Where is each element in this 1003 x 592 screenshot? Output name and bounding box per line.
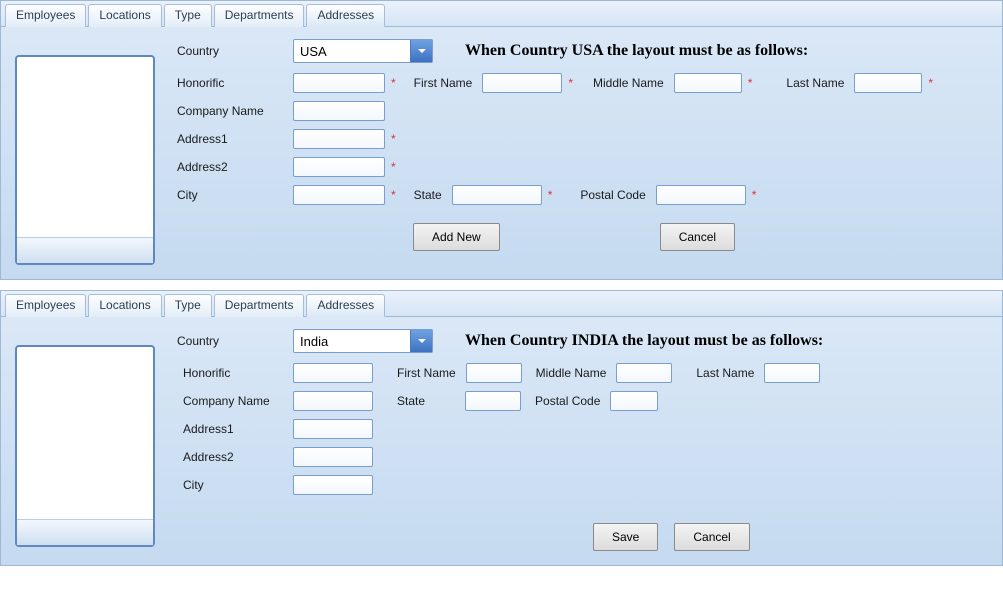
tab-locations[interactable]: Locations — [88, 4, 161, 27]
cancel-button[interactable]: Cancel — [674, 523, 749, 551]
tab-addresses[interactable]: Addresses — [306, 4, 385, 27]
state-input[interactable] — [465, 391, 521, 411]
label-firstname: First Name — [397, 366, 456, 380]
address2-input[interactable] — [293, 157, 385, 177]
required-mark: * — [568, 76, 573, 90]
label-firstname: First Name — [414, 76, 473, 90]
label-country: Country — [173, 334, 289, 348]
tab-employees[interactable]: Employees — [5, 4, 86, 27]
company-input[interactable] — [293, 391, 373, 411]
address1-input[interactable] — [293, 129, 385, 149]
label-postal: Postal Code — [535, 394, 600, 408]
required-mark: * — [928, 76, 933, 90]
chevron-down-icon[interactable] — [410, 330, 432, 352]
firstname-input[interactable] — [482, 73, 562, 93]
tab-departments[interactable]: Departments — [214, 4, 305, 27]
label-city: City — [173, 188, 289, 202]
required-mark: * — [391, 132, 396, 146]
label-address1: Address1 — [173, 422, 289, 436]
label-middlename: Middle Name — [593, 76, 664, 90]
honorific-input[interactable] — [293, 73, 385, 93]
tab-addresses[interactable]: Addresses — [306, 294, 385, 317]
label-country: Country — [173, 44, 289, 58]
city-input[interactable] — [293, 475, 373, 495]
address1-input[interactable] — [293, 419, 373, 439]
tab-locations[interactable]: Locations — [88, 294, 161, 317]
listbox-bottom[interactable] — [15, 345, 155, 547]
required-mark: * — [391, 76, 396, 90]
required-mark: * — [391, 160, 396, 174]
listbox-body — [17, 347, 153, 519]
label-state: State — [397, 394, 425, 408]
middlename-input[interactable] — [616, 363, 672, 383]
tab-employees[interactable]: Employees — [5, 294, 86, 317]
tab-type[interactable]: Type — [164, 4, 212, 27]
instruction-usa: When Country USA the layout must be as f… — [465, 42, 808, 60]
panel-india: Employees Locations Type Departments Add… — [0, 290, 1003, 566]
instruction-india: When Country INDIA the layout must be as… — [465, 332, 823, 350]
label-lastname: Last Name — [786, 76, 844, 90]
label-address1: Address1 — [173, 132, 289, 146]
tab-departments[interactable]: Departments — [214, 294, 305, 317]
lastname-input[interactable] — [854, 73, 922, 93]
country-combo[interactable]: USA — [293, 39, 433, 63]
chevron-down-icon[interactable] — [410, 40, 432, 62]
form-india: Country India When Country INDIA the lay… — [173, 327, 988, 551]
panel-separator — [0, 280, 1003, 290]
label-state: State — [414, 188, 442, 202]
tab-type[interactable]: Type — [164, 294, 212, 317]
country-combo-value: India — [294, 334, 410, 349]
firstname-input[interactable] — [466, 363, 522, 383]
label-honorific: Honorific — [173, 366, 289, 380]
city-input[interactable] — [293, 185, 385, 205]
required-mark: * — [752, 188, 757, 202]
honorific-input[interactable] — [293, 363, 373, 383]
label-postal: Postal Code — [580, 188, 645, 202]
required-mark: * — [391, 188, 396, 202]
listbox-top[interactable] — [15, 55, 155, 265]
company-input[interactable] — [293, 101, 385, 121]
postal-input[interactable] — [610, 391, 658, 411]
listbox-footer — [17, 237, 153, 263]
postal-input[interactable] — [656, 185, 746, 205]
lastname-input[interactable] — [764, 363, 820, 383]
country-combo[interactable]: India — [293, 329, 433, 353]
state-input[interactable] — [452, 185, 542, 205]
label-address2: Address2 — [173, 450, 289, 464]
listbox-footer — [17, 519, 153, 545]
label-city: City — [173, 478, 289, 492]
label-company: Company Name — [173, 104, 289, 118]
middlename-input[interactable] — [674, 73, 742, 93]
add-new-button[interactable]: Add New — [413, 223, 500, 251]
required-mark: * — [548, 188, 553, 202]
required-mark: * — [748, 76, 753, 90]
label-company: Company Name — [173, 394, 289, 408]
label-address2: Address2 — [173, 160, 289, 174]
country-combo-value: USA — [294, 44, 410, 59]
label-middlename: Middle Name — [536, 366, 607, 380]
panel-usa: Employees Locations Type Departments Add… — [0, 0, 1003, 280]
label-honorific: Honorific — [173, 76, 289, 90]
cancel-button[interactable]: Cancel — [660, 223, 735, 251]
label-lastname: Last Name — [696, 366, 754, 380]
listbox-body — [17, 57, 153, 237]
form-usa: Country USA When Country USA the layout … — [173, 37, 988, 265]
address2-input[interactable] — [293, 447, 373, 467]
save-button[interactable]: Save — [593, 523, 658, 551]
tabs-top: Employees Locations Type Departments Add… — [1, 1, 1002, 27]
tabs-bottom: Employees Locations Type Departments Add… — [1, 291, 1002, 317]
